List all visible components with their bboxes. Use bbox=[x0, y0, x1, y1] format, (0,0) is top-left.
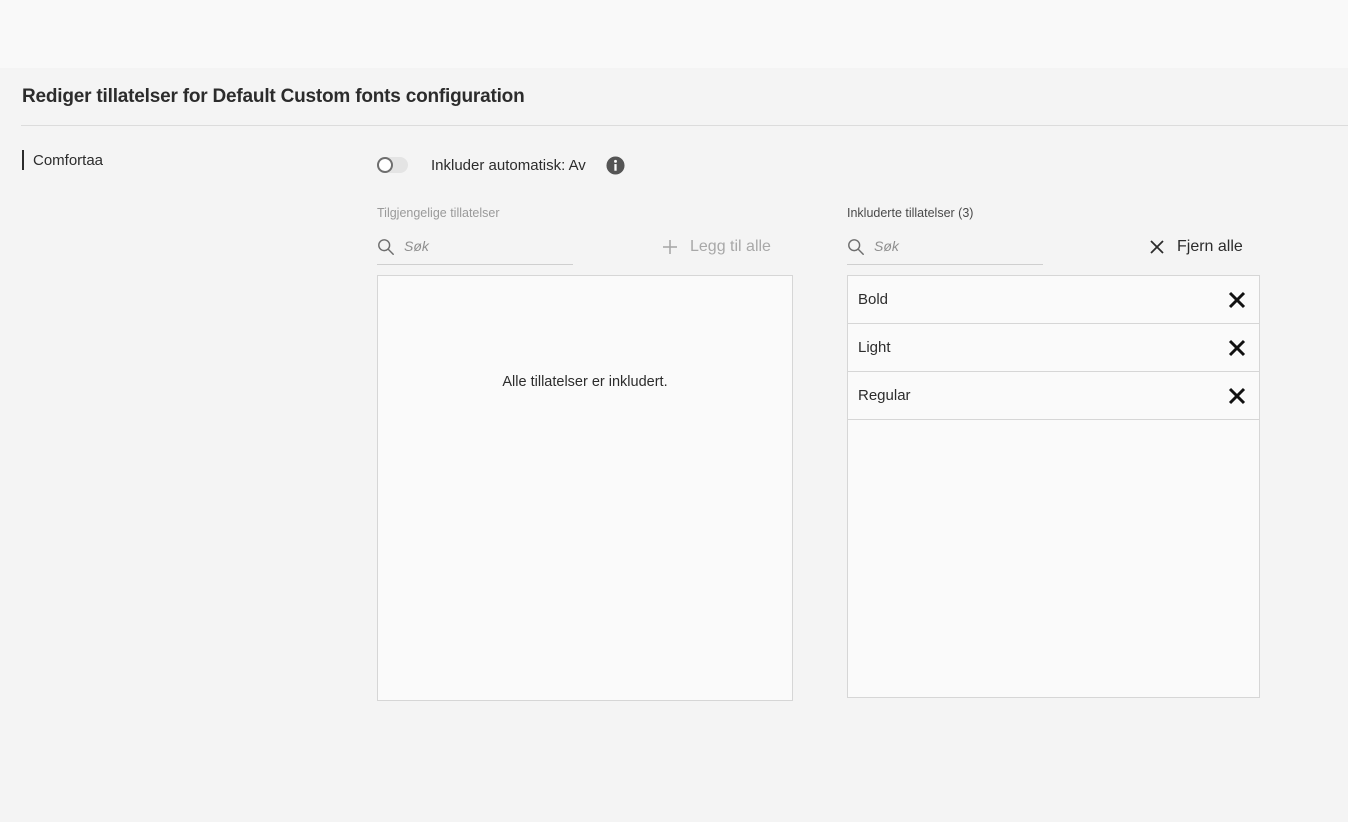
page-title: Rediger tillatelser for Default Custom f… bbox=[22, 86, 525, 107]
empty-message: Alle tillatelser er inkludert. bbox=[502, 374, 668, 390]
remove-item-icon[interactable] bbox=[1227, 338, 1247, 358]
list-item: Bold bbox=[848, 276, 1259, 324]
list-item-label: Bold bbox=[858, 291, 889, 308]
remove-item-icon[interactable] bbox=[1227, 386, 1247, 406]
toggle-knob bbox=[377, 157, 393, 173]
top-bar bbox=[0, 0, 1348, 68]
search-icon bbox=[378, 238, 394, 255]
sidebar-item-label: Comfortaa bbox=[33, 151, 104, 169]
included-search bbox=[847, 233, 1043, 265]
add-all-label: Legg til alle bbox=[690, 238, 771, 255]
remove-all-button[interactable]: Fjern alle bbox=[1149, 234, 1243, 260]
list-item: Regular bbox=[848, 372, 1259, 420]
list-item: Light bbox=[848, 324, 1259, 372]
search-icon bbox=[848, 238, 864, 255]
close-icon bbox=[1150, 240, 1164, 254]
auto-include-row: Inkluder automatisk: Av bbox=[377, 153, 625, 177]
available-search-input[interactable] bbox=[404, 237, 564, 254]
list-item-label: Light bbox=[858, 339, 891, 356]
plus-icon bbox=[663, 240, 677, 254]
list-item-label: Regular bbox=[858, 387, 911, 404]
info-icon[interactable] bbox=[606, 155, 625, 175]
active-indicator bbox=[22, 150, 24, 170]
available-search bbox=[377, 233, 573, 265]
included-list: Bold Light Regular bbox=[847, 275, 1260, 698]
available-heading: Tilgjengelige tillatelser bbox=[377, 206, 500, 220]
included-heading: Inkluderte tillatelser (3) bbox=[847, 206, 974, 220]
auto-include-label: Inkluder automatisk: Av bbox=[431, 156, 586, 174]
sidebar-item-comfortaa[interactable]: Comfortaa bbox=[22, 150, 103, 170]
auto-include-toggle[interactable] bbox=[377, 157, 408, 173]
header-divider bbox=[21, 125, 1348, 126]
remove-all-label: Fjern alle bbox=[1177, 238, 1243, 255]
add-all-button[interactable]: Legg til alle bbox=[662, 234, 771, 260]
included-search-input[interactable] bbox=[874, 237, 1034, 254]
remove-item-icon[interactable] bbox=[1227, 290, 1247, 310]
available-list: Alle tillatelser er inkludert. bbox=[377, 275, 793, 701]
